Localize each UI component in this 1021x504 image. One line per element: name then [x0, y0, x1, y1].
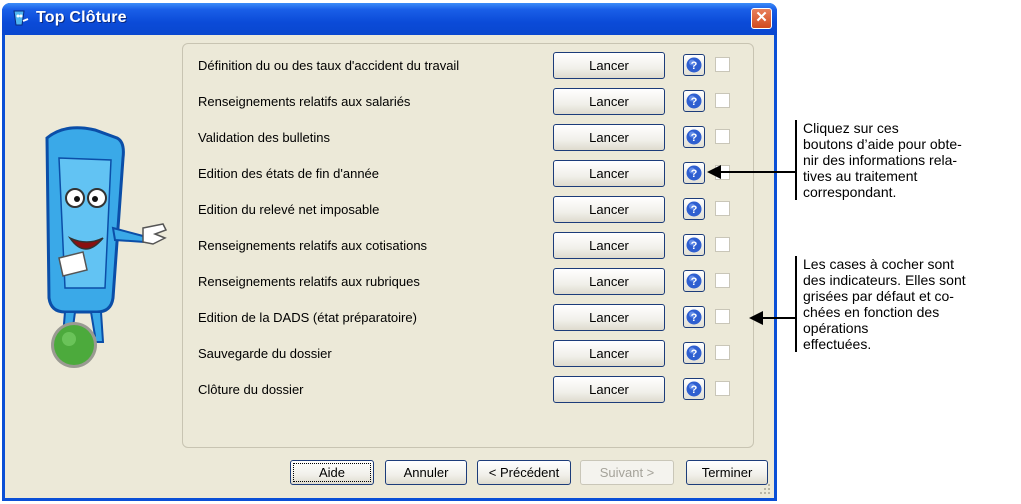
step-label: Edition des états de fin d'année — [198, 166, 380, 181]
status-checkbox[interactable] — [715, 93, 730, 108]
lancer-button[interactable]: Lancer — [553, 196, 665, 223]
window-title: Top Clôture — [36, 9, 127, 26]
annotation-line: nir des informations rela- — [803, 152, 958, 168]
svg-text:?: ? — [691, 312, 698, 324]
step-row: Sauvegarde du dossier Lancer? — [183, 336, 753, 372]
annotation-line: Cliquez sur ces — [803, 120, 899, 136]
svg-text:?: ? — [691, 96, 698, 108]
svg-text:?: ? — [691, 204, 698, 216]
step-row: Edition des états de fin d'année Lancer? — [183, 156, 753, 192]
step-label: Renseignements relatifs aux cotisations — [198, 238, 428, 253]
status-checkbox[interactable] — [715, 345, 730, 360]
step-row: Renseignements relatifs aux rubriques Lan… — [183, 264, 753, 300]
question-mark-icon: ? — [686, 237, 702, 253]
precedent-button[interactable]: < Précédent — [477, 460, 571, 485]
help-button[interactable]: ? — [683, 342, 705, 364]
help-button[interactable]: ? — [683, 54, 705, 76]
step-label: Définition du ou des taux d'accident du … — [198, 58, 460, 73]
lancer-button[interactable]: Lancer — [553, 52, 665, 79]
lancer-button[interactable]: Lancer — [553, 160, 665, 187]
close-icon: ✕ — [755, 9, 768, 26]
question-mark-icon: ? — [686, 165, 702, 181]
annuler-button[interactable]: Annuler — [385, 460, 467, 485]
step-label: Clôture du dossier — [198, 382, 304, 397]
status-checkbox[interactable] — [715, 273, 730, 288]
help-button[interactable]: ? — [683, 234, 705, 256]
close-button[interactable]: ✕ — [751, 8, 772, 29]
step-label: Validation des bulletins — [198, 130, 331, 145]
question-mark-icon: ? — [686, 129, 702, 145]
help-button[interactable]: ? — [683, 198, 705, 220]
svg-text:?: ? — [691, 60, 698, 72]
question-mark-icon: ? — [686, 201, 702, 217]
step-row: Définition du ou des taux d'accident du … — [183, 48, 753, 84]
checkbox-arrow-icon — [749, 311, 797, 325]
step-label: Renseignements relatifs aux rubriques — [198, 274, 420, 289]
lancer-button[interactable]: Lancer — [553, 232, 665, 259]
title-bar[interactable]: Top Clôture ✕ — [2, 3, 777, 35]
status-checkbox[interactable] — [715, 309, 730, 324]
help-button[interactable]: ? — [683, 306, 705, 328]
question-mark-icon: ? — [686, 273, 702, 289]
annotation-line: tives au traitement — [803, 168, 918, 184]
mascot-icon — [13, 10, 29, 26]
annotation-line: chées en fonction des — [803, 304, 940, 320]
step-row: Edition de la DADS (état préparatoire) La… — [183, 300, 753, 336]
help-button[interactable]: ? — [683, 162, 705, 184]
step-label: Edition de la DADS (état préparatoire) — [198, 310, 417, 325]
annotation-line: grisées par défaut et co- — [803, 288, 954, 304]
status-checkbox[interactable] — [715, 237, 730, 252]
help-button[interactable]: ? — [683, 270, 705, 292]
step-label: Sauvegarde du dossier — [198, 346, 332, 361]
lancer-button[interactable]: Lancer — [553, 88, 665, 115]
help-button[interactable]: ? — [683, 90, 705, 112]
dialog-body: Définition du ou des taux d'accident du … — [5, 35, 774, 498]
question-mark-icon: ? — [686, 309, 702, 325]
question-mark-icon: ? — [686, 345, 702, 361]
step-row: Renseignements relatifs aux salariés Lanc… — [183, 84, 753, 120]
svg-text:?: ? — [691, 276, 698, 288]
annotation-line: opérations — [803, 320, 869, 336]
question-mark-icon: ? — [686, 57, 702, 73]
status-led-icon — [51, 322, 97, 368]
lancer-button[interactable]: Lancer — [553, 268, 665, 295]
svg-text:?: ? — [691, 168, 698, 180]
annotation-line: effectuées. — [803, 336, 872, 352]
help-button[interactable]: ? — [683, 126, 705, 148]
lancer-button[interactable]: Lancer — [553, 124, 665, 151]
status-checkbox[interactable] — [715, 201, 730, 216]
steps-panel: Définition du ou des taux d'accident du … — [182, 43, 754, 448]
lancer-button[interactable]: Lancer — [553, 340, 665, 367]
lancer-button[interactable]: Lancer — [553, 304, 665, 331]
svg-text:?: ? — [691, 348, 698, 360]
top-cloture-window: Top Clôture ✕ Définition du ou des taux … — [2, 3, 777, 501]
status-checkbox[interactable] — [715, 381, 730, 396]
annotation-line: boutons d’aide pour obte- — [803, 136, 962, 152]
question-mark-icon: ? — [686, 93, 702, 109]
lancer-button[interactable]: Lancer — [553, 376, 665, 403]
help-button[interactable]: ? — [683, 378, 705, 400]
svg-text:?: ? — [691, 240, 698, 252]
annotation-line: correspondant. — [803, 184, 897, 200]
svg-text:?: ? — [691, 384, 698, 396]
help-arrow-icon — [707, 165, 797, 179]
step-row: Edition du relevé net imposable Lancer? — [183, 192, 753, 228]
step-row: Validation des bulletins Lancer? — [183, 120, 753, 156]
help-buttons-note: Cliquez sur ces boutons d’aide pour obte-… — [795, 120, 1019, 200]
step-row: Renseignements relatifs aux cotisations L… — [183, 228, 753, 264]
status-checkbox[interactable] — [715, 57, 730, 72]
annotation-line: des indicateurs. Elles sont — [803, 272, 966, 288]
step-row: Clôture du dossier Lancer? — [183, 372, 753, 408]
step-label: Edition du relevé net imposable — [198, 202, 380, 217]
annotation-line: Les cases à cocher sont — [803, 256, 954, 272]
suivant-button[interactable]: Suivant > — [580, 460, 674, 485]
question-mark-icon: ? — [686, 381, 702, 397]
step-label: Renseignements relatifs aux salariés — [198, 94, 411, 109]
resize-grip-icon[interactable] — [759, 483, 771, 495]
status-checkbox[interactable] — [715, 129, 730, 144]
aide-button[interactable]: Aide — [290, 460, 374, 485]
svg-text:?: ? — [691, 132, 698, 144]
terminer-button[interactable]: Terminer — [686, 460, 768, 485]
checkbox-note: Les cases à cocher sont des indicateurs. … — [795, 256, 1019, 352]
